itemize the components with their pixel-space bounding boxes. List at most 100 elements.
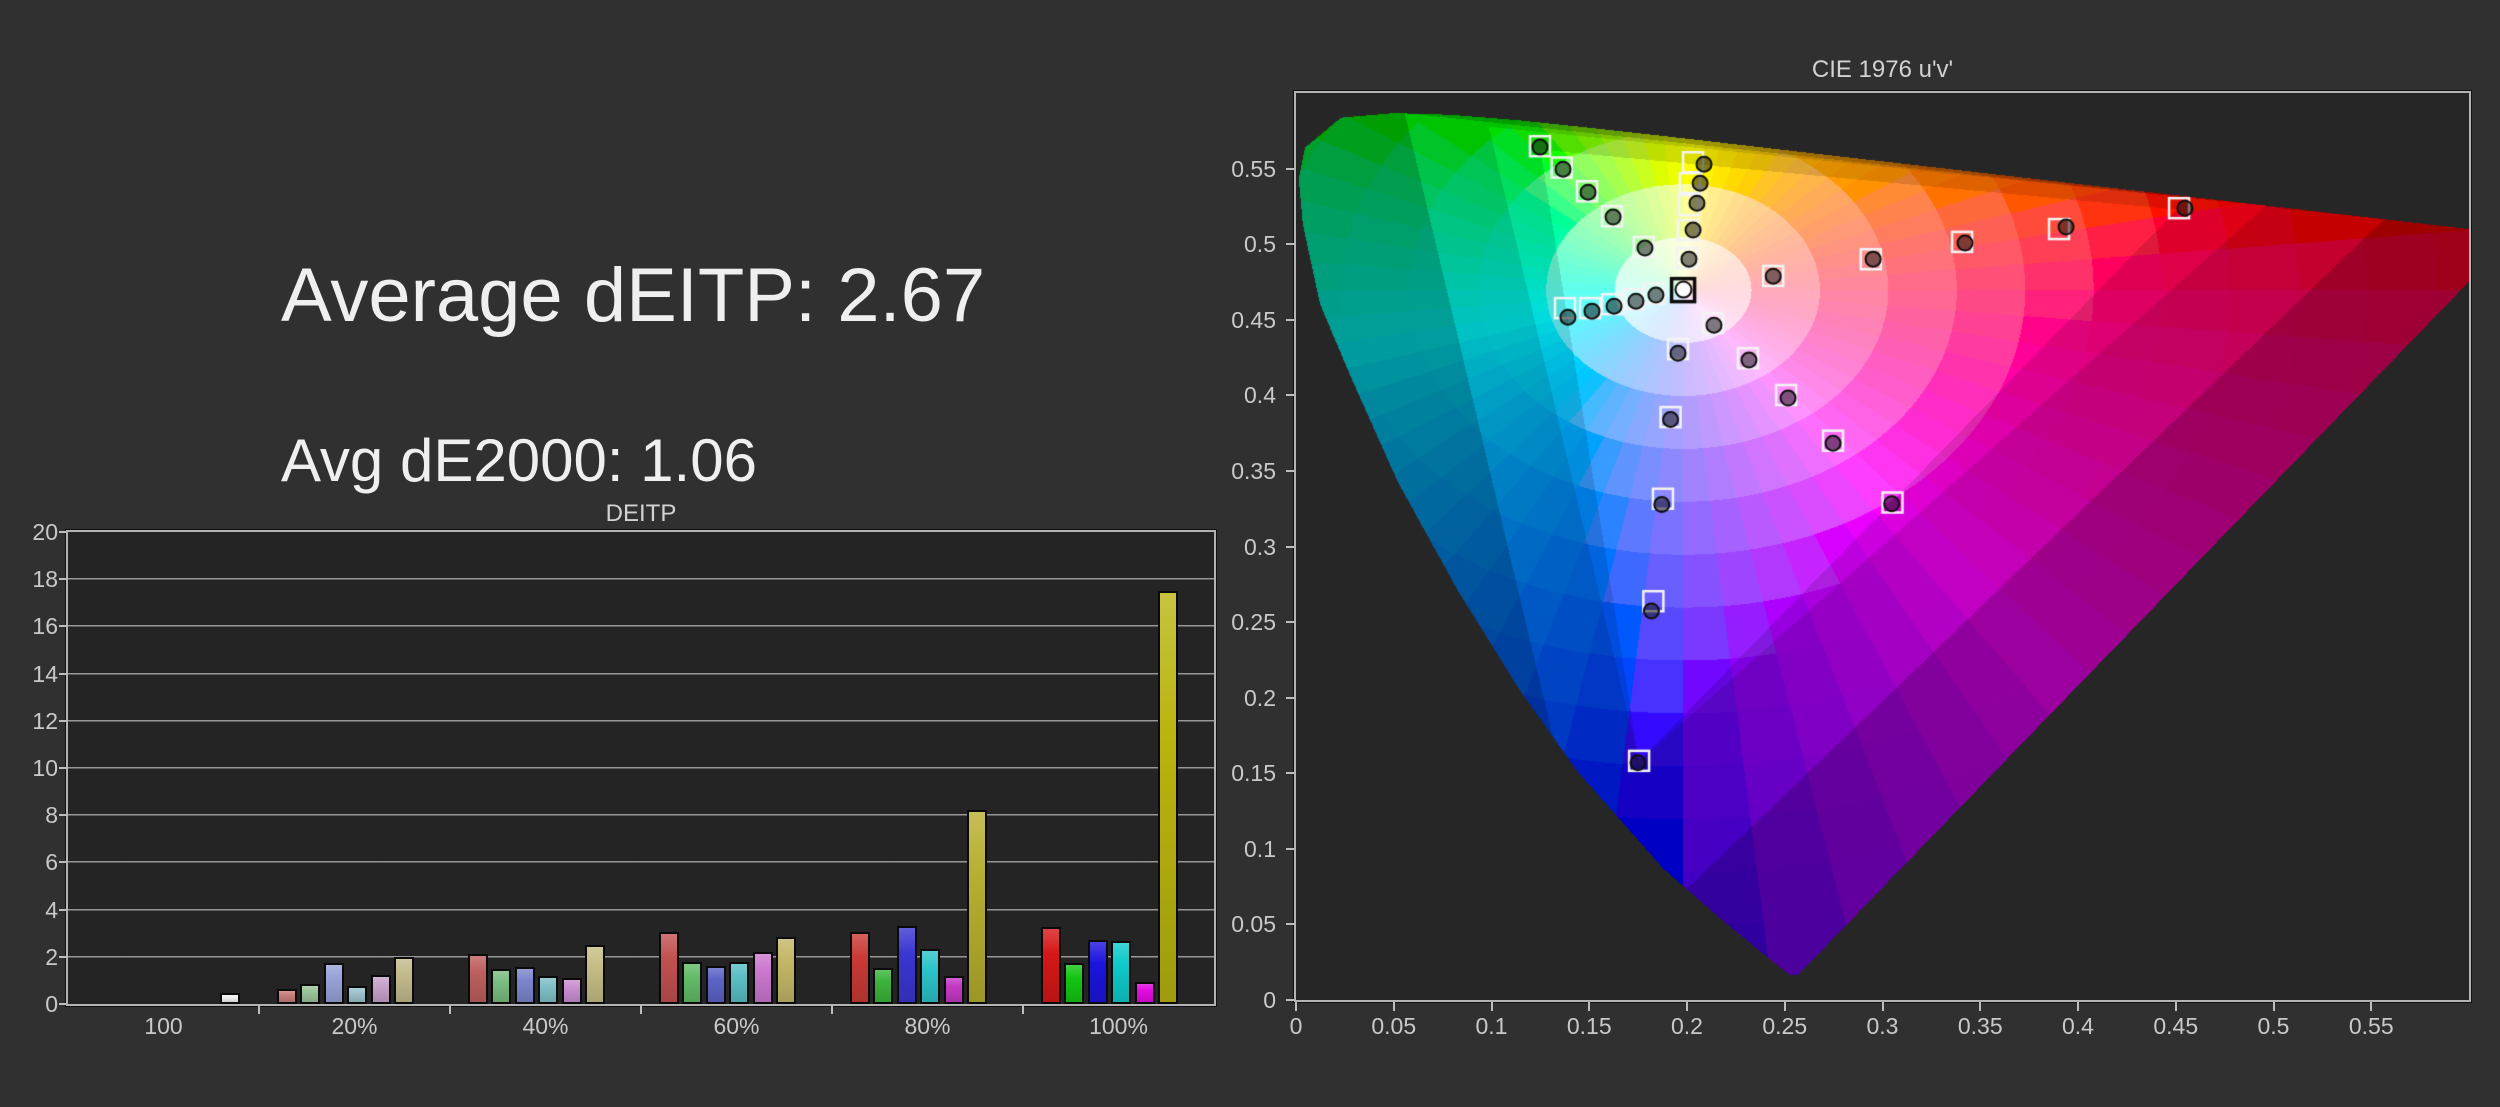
deitp-y-tick-label: 16 — [8, 612, 58, 640]
deitp-bar-magenta — [562, 978, 582, 1004]
deitp-y-tick — [59, 767, 67, 769]
deitp-y-tick-label: 6 — [8, 848, 58, 876]
cie-y-tick-label: 0.05 — [1176, 910, 1276, 938]
deitp-bar-red — [1041, 927, 1061, 1004]
cie-y-tick — [1286, 319, 1294, 321]
cie-x-tick-label: 0.1 — [1447, 1012, 1537, 1040]
deitp-plot — [68, 532, 1214, 1004]
deitp-y-tick — [59, 578, 67, 580]
deitp-bar-red — [468, 954, 488, 1004]
cie-y-tick-label: 0.2 — [1176, 684, 1276, 712]
deitp-x-tick-label: 60% — [687, 1012, 787, 1040]
calibration-report: Average dEITP: 2.67 Avg dE2000: 1.06 DEI… — [0, 0, 2500, 1107]
cie-y-tick-label: 0 — [1176, 986, 1276, 1014]
cie-chart-title: CIE 1976 u'v' — [1296, 56, 2469, 84]
deitp-gridline — [68, 861, 1214, 863]
deitp-bar-magenta — [944, 976, 964, 1004]
deitp-bar-magenta — [1135, 982, 1155, 1004]
deitp-gridline — [68, 720, 1214, 722]
deitp-bar-blue — [324, 963, 344, 1004]
deitp-x-tick-label: 80% — [878, 1012, 978, 1040]
deitp-bar-green — [682, 962, 702, 1004]
cie-x-tick-label: 0.4 — [2033, 1012, 2123, 1040]
deitp-bar-magenta — [371, 975, 391, 1004]
deitp-gridline — [68, 909, 1214, 911]
cie-y-tick — [1286, 697, 1294, 699]
deitp-bar-cyan — [920, 949, 940, 1004]
cie-y-tick-label: 0.3 — [1176, 533, 1276, 561]
deitp-bar-white — [220, 993, 240, 1004]
deitp-bar-blue — [1088, 940, 1108, 1004]
cie-y-tick-label: 0.15 — [1176, 759, 1276, 787]
deitp-bar-red — [277, 989, 297, 1004]
cie-y-tick — [1286, 848, 1294, 850]
deitp-y-tick-label: 4 — [8, 896, 58, 924]
average-deitp-text: Average dEITP: 2.67 — [281, 256, 985, 336]
cie-x-tick — [2077, 1002, 2079, 1011]
deitp-y-tick — [59, 909, 67, 911]
deitp-x-tick — [1022, 1005, 1024, 1014]
deitp-y-tick — [59, 673, 67, 675]
deitp-gridline — [68, 673, 1214, 675]
cie-x-tick-label: 0.15 — [1544, 1012, 1634, 1040]
deitp-bar-yellow — [967, 810, 987, 1004]
deitp-bar-cyan — [538, 976, 558, 1004]
deitp-y-tick — [59, 1003, 67, 1005]
deitp-bar-cyan — [1111, 941, 1131, 1004]
cie-x-tick — [1784, 1002, 1786, 1011]
cie-y-tick — [1286, 772, 1294, 774]
deitp-x-tick-label: 40% — [496, 1012, 596, 1040]
cie-x-tick — [1491, 1002, 1493, 1011]
deitp-bar-cyan — [729, 962, 749, 1004]
cie-x-tick-label: 0.25 — [1740, 1012, 1830, 1040]
deitp-bar-blue — [897, 926, 917, 1004]
cie-y-tick — [1286, 923, 1294, 925]
deitp-y-tick-label: 8 — [8, 801, 58, 829]
deitp-bar-red — [659, 932, 679, 1004]
cie-x-tick — [2273, 1002, 2275, 1011]
deitp-bar-green — [1064, 963, 1084, 1004]
cie-x-tick-label: 0.3 — [1838, 1012, 1928, 1040]
deitp-bar-green — [491, 969, 511, 1004]
cie-x-tick — [2370, 1002, 2372, 1011]
cie-x-tick-label: 0.2 — [1642, 1012, 1732, 1040]
cie-y-tick-label: 0.4 — [1176, 381, 1276, 409]
deitp-chart-title: DEITP — [68, 500, 1214, 528]
deitp-gridline — [68, 814, 1214, 816]
deitp-bar-red — [850, 932, 870, 1004]
deitp-bar-blue — [515, 967, 535, 1004]
cie-y-tick — [1286, 621, 1294, 623]
cie-y-tick-label: 0.1 — [1176, 835, 1276, 863]
deitp-x-tick — [449, 1005, 451, 1014]
deitp-x-tick-label: 100 — [114, 1012, 214, 1040]
deitp-y-tick — [59, 531, 67, 533]
cie-y-tick — [1286, 546, 1294, 548]
cie-plot — [1296, 93, 2469, 1000]
deitp-gridline — [68, 625, 1214, 627]
cie-diagram-canvas — [1296, 93, 2469, 1000]
deitp-y-tick — [59, 625, 67, 627]
deitp-bar-green — [300, 984, 320, 1004]
cie-y-tick — [1286, 999, 1294, 1001]
cie-x-tick — [1588, 1002, 1590, 1011]
deitp-x-tick-label: 100% — [1069, 1012, 1169, 1040]
deitp-bar-magenta — [753, 952, 773, 1004]
deitp-y-tick-label: 0 — [8, 990, 58, 1018]
cie-y-tick-label: 0.35 — [1176, 457, 1276, 485]
cie-x-tick — [1686, 1002, 1688, 1011]
deitp-y-tick-label: 12 — [8, 707, 58, 735]
cie-x-tick — [2175, 1002, 2177, 1011]
deitp-x-tick — [640, 1005, 642, 1014]
cie-x-tick-label: 0.45 — [2131, 1012, 2221, 1040]
average-de2000-text: Avg dE2000: 1.06 — [281, 429, 757, 492]
cie-y-tick-label: 0.55 — [1176, 155, 1276, 183]
deitp-bar-yellow — [776, 937, 796, 1004]
deitp-y-tick — [59, 956, 67, 958]
cie-x-tick-label: 0.35 — [1935, 1012, 2025, 1040]
deitp-y-tick — [59, 720, 67, 722]
deitp-y-tick-label: 18 — [8, 565, 58, 593]
deitp-x-tick — [258, 1005, 260, 1014]
cie-x-tick-label: 0.5 — [2229, 1012, 2319, 1040]
cie-y-tick — [1286, 243, 1294, 245]
cie-y-tick — [1286, 168, 1294, 170]
